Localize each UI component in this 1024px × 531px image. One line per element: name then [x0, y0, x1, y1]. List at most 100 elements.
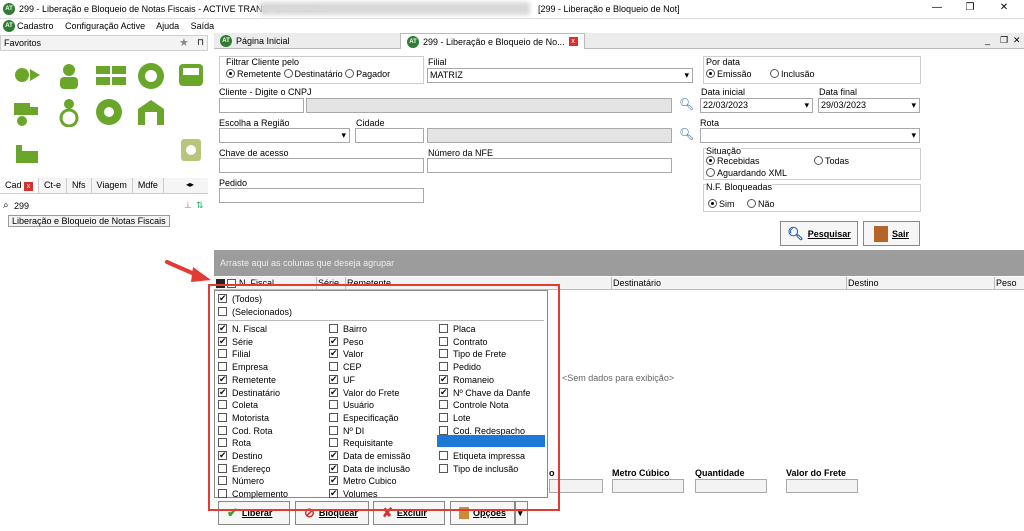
radio-todas[interactable]: Todas: [814, 156, 849, 166]
total-metro-box: [612, 479, 684, 493]
pesquisar-button[interactable]: 🔍︎ Pesquisar: [780, 221, 858, 246]
module-bus-icon[interactable]: [176, 61, 206, 91]
chave-input[interactable]: [219, 158, 424, 173]
menu-app-icon: AT: [3, 20, 15, 32]
regiao-select[interactable]: [219, 128, 350, 143]
sidebar-search-input[interactable]: 299: [14, 201, 29, 211]
numero-nfe-input[interactable]: [427, 158, 672, 173]
radio-destinatario[interactable]: Destinatário: [283, 69, 343, 79]
module-truck-add-icon[interactable]: [12, 97, 42, 127]
cnpj-input[interactable]: [219, 98, 304, 113]
menu-saida[interactable]: Saída: [191, 21, 215, 31]
tab-cad[interactable]: Cad x: [0, 178, 40, 193]
minimize-button[interactable]: —: [925, 2, 949, 13]
favorites-header: Favoritos ★ ⊓: [0, 35, 208, 51]
maximize-button[interactable]: ❐: [958, 2, 982, 13]
radio-inclusao[interactable]: Inclusão: [770, 69, 815, 79]
group-by-area[interactable]: Arraste aqui as colunas que deseja agrup…: [214, 250, 1024, 276]
close-tab-icon[interactable]: x: [568, 37, 578, 46]
filtrar-group: Filtrar Cliente pelo Remetente Destinatá…: [219, 56, 424, 84]
chave-label: Chave de acesso: [219, 148, 289, 158]
filial-select[interactable]: MATRIZ: [427, 68, 693, 83]
sort-icon[interactable]: ⇅: [196, 200, 204, 211]
menu-ajuda[interactable]: Ajuda: [156, 21, 179, 31]
tab-mdfe[interactable]: Mdfe: [133, 178, 164, 193]
tab-app-icon: AT: [220, 35, 232, 47]
tab-pagina-inicial-label: Página Inicial: [236, 36, 290, 46]
radio-sim[interactable]: Sim: [708, 199, 735, 209]
search-cidade-icon[interactable]: 🔍︎: [679, 127, 694, 141]
data-final-label: Data final: [819, 87, 858, 97]
situacao-group: Situação Recebidas Todas Aguardando XML: [703, 146, 921, 180]
tab-scroll-icon[interactable]: ◂▸: [186, 180, 194, 189]
module-driver-wheel-icon[interactable]: [94, 97, 124, 127]
cidade-name-input[interactable]: [427, 128, 672, 143]
sidebar-search[interactable]: ⌕ 299 ⊥ ⇅: [0, 199, 208, 214]
rota-select[interactable]: [700, 128, 920, 143]
window-title-right: [299 - Liberação e Bloqueio de Not]: [538, 4, 680, 14]
tab-viagem[interactable]: Viagem: [92, 178, 133, 193]
numero-nfe-label: Número da NFE: [428, 148, 494, 158]
sidebar-result-item[interactable]: Liberação e Bloqueio de Notas Fiscais: [8, 215, 170, 227]
sair-button[interactable]: Sair: [863, 221, 920, 246]
exit-door-icon: [873, 225, 888, 242]
col-peso[interactable]: Peso: [996, 278, 1017, 288]
data-inicial-value: 22/03/2023: [703, 100, 749, 110]
pin-icon[interactable]: ⊓: [197, 37, 204, 48]
sidebar-tabs: Cad x Ct-e Nfs Viagem Mdfe ◂▸: [0, 178, 208, 194]
inner-minimize[interactable]: _: [985, 35, 990, 45]
radio-aguardando-xml[interactable]: Aguardando XML: [706, 168, 787, 178]
module-driver-icon[interactable]: [54, 97, 84, 128]
module-warehouse-icon[interactable]: [136, 97, 166, 127]
radio-nao[interactable]: Não: [747, 199, 775, 209]
module-trucks-icon[interactable]: [94, 61, 126, 91]
inner-maximize[interactable]: ❐: [1000, 35, 1008, 46]
inner-close[interactable]: ✕: [1013, 35, 1021, 46]
tab-cad-label: Cad: [5, 180, 22, 190]
tab-app-icon-2: AT: [407, 35, 419, 48]
total-quantidade-label: Quantidade: [695, 468, 745, 478]
total-metro-label: Metro Cúbico: [612, 468, 670, 478]
pedido-label: Pedido: [219, 178, 248, 188]
close-button[interactable]: ✕: [992, 2, 1016, 13]
sair-label: Sair: [891, 228, 909, 239]
tab-pagina-inicial[interactable]: AT Página Inicial: [214, 33, 296, 49]
star-icon[interactable]: ★: [179, 36, 189, 49]
menu-configuracao[interactable]: Configuração Active: [65, 21, 145, 31]
cliente-name-input[interactable]: [306, 98, 672, 113]
pedido-input[interactable]: [219, 188, 424, 203]
module-factory-icon[interactable]: [12, 135, 42, 165]
broom-icon[interactable]: ⊥: [184, 200, 192, 211]
menu-cadastro[interactable]: Cadastro: [17, 21, 54, 31]
total-quantidade-box: [695, 479, 767, 493]
nf-bloqueadas-group: N.F. Bloqueadas Sim Não: [703, 182, 921, 212]
cidade-code-input[interactable]: [355, 128, 424, 143]
col-destino[interactable]: Destino: [848, 278, 879, 288]
module-wheel-icon[interactable]: [136, 61, 166, 91]
data-final-picker[interactable]: 29/03/2023: [818, 98, 920, 113]
filtrar-title: Filtrar Cliente pelo: [226, 57, 300, 67]
pesquisar-label: Pesquisar: [807, 228, 851, 239]
tab-liberacao[interactable]: AT 299 - Liberação e Bloqueio de No... x: [400, 33, 585, 49]
filial-value: MATRIZ: [430, 70, 463, 80]
nf-bloqueadas-title: N.F. Bloqueadas: [706, 182, 773, 192]
close-icon[interactable]: x: [24, 182, 34, 191]
radio-remetente[interactable]: Remetente: [226, 69, 281, 79]
col-destinatario[interactable]: Destinatário: [613, 278, 661, 288]
radio-pagador[interactable]: Pagador: [345, 69, 390, 79]
situacao-title: Situação: [706, 146, 742, 156]
title-bar: AT 299 - Liberação e Bloqueio de Notas F…: [0, 0, 1024, 19]
menu-bar: AT Cadastro Configuração Active Ajuda Sa…: [0, 19, 1024, 33]
document-tabs: AT Página Inicial AT 299 - Liberação e Blo…: [214, 33, 1024, 49]
module-recycle-icon[interactable]: [176, 135, 206, 165]
module-user-icon[interactable]: [54, 61, 84, 91]
regiao-label: Escolha a Região: [219, 118, 290, 128]
radio-emissao[interactable]: Emissão: [706, 69, 752, 79]
radio-recebidas[interactable]: Recebidas: [706, 156, 760, 166]
data-inicial-picker[interactable]: 22/03/2023: [700, 98, 813, 113]
filial-label: Filial: [428, 57, 447, 67]
tab-cte[interactable]: Ct-e: [39, 178, 68, 193]
tab-nfs[interactable]: Nfs: [67, 178, 92, 193]
search-cliente-icon[interactable]: 🔍︎: [679, 97, 694, 111]
module-arrow-icon[interactable]: [12, 61, 42, 91]
